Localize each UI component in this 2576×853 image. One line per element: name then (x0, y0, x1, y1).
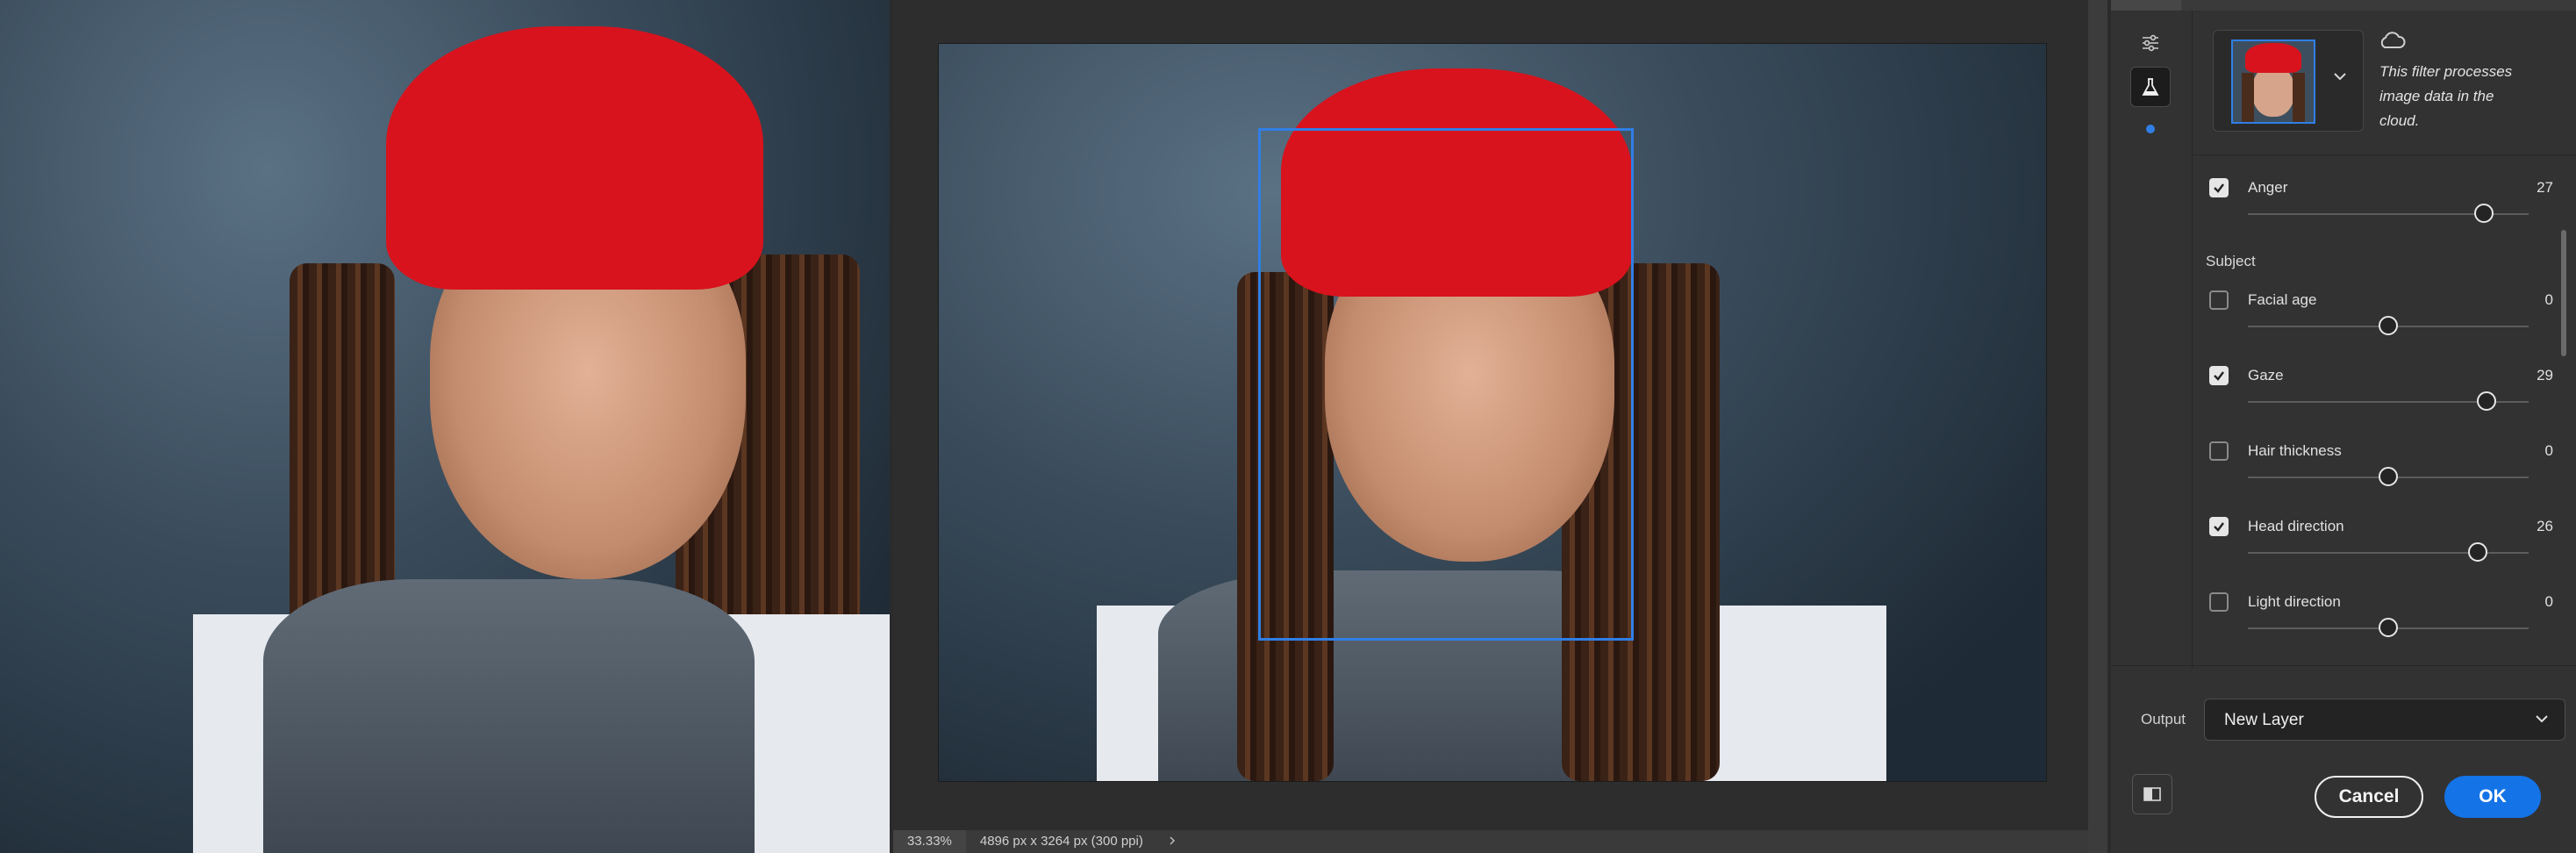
divider (2111, 665, 2576, 666)
flask-icon[interactable] (2130, 67, 2171, 107)
hair-thickness-slider-knob[interactable] (2379, 467, 2398, 486)
filter-panel: This filter processes image data in the … (2111, 0, 2576, 853)
face-selector[interactable] (2213, 30, 2364, 132)
chevron-right-icon[interactable] (1168, 835, 1177, 849)
light-direction-value[interactable]: 0 (2545, 593, 2553, 611)
panel-scrollbar[interactable] (2557, 156, 2569, 656)
divider (2193, 154, 2576, 155)
anger-value[interactable]: 27 (2537, 179, 2553, 197)
facial-age-value[interactable]: 0 (2545, 291, 2553, 309)
param-gaze: Gaze 29 (2193, 344, 2553, 419)
anger-slider-knob[interactable] (2473, 204, 2494, 223)
hair-thickness-value[interactable]: 0 (2545, 442, 2553, 460)
param-anger: Anger 27 (2193, 156, 2553, 232)
image-dimensions: 4896 px x 3264 px (300 ppi) (979, 834, 1143, 849)
hair-thickness-checkbox[interactable] (2209, 441, 2229, 461)
gaze-slider-knob[interactable] (2477, 391, 2496, 411)
output-selected-value: New Layer (2224, 711, 2304, 729)
param-head-direction: Head direction 26 (2193, 495, 2553, 570)
bandana (386, 26, 763, 290)
head-direction-label: Head direction (2248, 518, 2344, 534)
parameter-list: Anger 27 Subject Facial age 0 Gaze 29 Ha… (2193, 156, 2553, 665)
face-detection-box[interactable] (1258, 128, 1634, 641)
head-direction-checkbox[interactable] (2209, 517, 2229, 536)
gaze-checkbox[interactable] (2209, 366, 2229, 385)
cloud-processing-note: This filter processes image data in the … (2379, 63, 2513, 129)
facial-age-checkbox[interactable] (2209, 290, 2229, 310)
head-direction-slider-knob[interactable] (2468, 542, 2488, 562)
facial-age-slider-knob[interactable] (2379, 316, 2398, 335)
param-light-direction: Light direction 0 (2193, 570, 2553, 646)
light-direction-label: Light direction (2248, 593, 2341, 610)
cloud-icon (2378, 32, 2406, 54)
param-hair-thickness: Hair thickness 0 (2193, 419, 2553, 495)
active-indicator-dot (2146, 125, 2155, 133)
hair-thickness-label: Hair thickness (2248, 442, 2342, 459)
face-thumbnail[interactable] (2231, 39, 2315, 124)
output-label: Output (2141, 711, 2186, 728)
light-direction-checkbox[interactable] (2209, 592, 2229, 612)
output-dropdown[interactable]: New Layer (2204, 699, 2565, 741)
sliders-icon[interactable] (2130, 23, 2171, 63)
head-direction-value[interactable]: 26 (2537, 518, 2553, 535)
chevron-down-icon[interactable] (2333, 69, 2347, 85)
original-image (0, 0, 890, 853)
anger-label: Anger (2248, 179, 2288, 196)
compare-icon[interactable] (2132, 774, 2172, 814)
param-facial-age: Facial age 0 (2193, 269, 2553, 344)
gaze-label: Gaze (2248, 367, 2284, 383)
cancel-button[interactable]: Cancel (2315, 776, 2423, 818)
section-heading-subject: Subject (2206, 253, 2256, 269)
facial-age-label: Facial age (2248, 291, 2317, 308)
canvas-scrollbar[interactable] (2088, 0, 2107, 853)
chevron-down-icon (2535, 712, 2549, 728)
vest (263, 579, 755, 853)
anger-checkbox[interactable] (2209, 178, 2229, 197)
zoom-level[interactable]: 33.33% (893, 830, 966, 853)
panel-tab-strip (2111, 0, 2576, 11)
icon-rail (2111, 11, 2193, 669)
gaze-value[interactable]: 29 (2537, 367, 2553, 384)
panel-tab-active[interactable] (2111, 0, 2181, 11)
light-direction-slider-knob[interactable] (2379, 618, 2398, 637)
panel-scrollbar-thumb[interactable] (2561, 230, 2566, 356)
ok-button[interactable]: OK (2444, 776, 2541, 818)
status-bar: 33.33% 4896 px x 3264 px (300 ppi) (893, 830, 2097, 853)
